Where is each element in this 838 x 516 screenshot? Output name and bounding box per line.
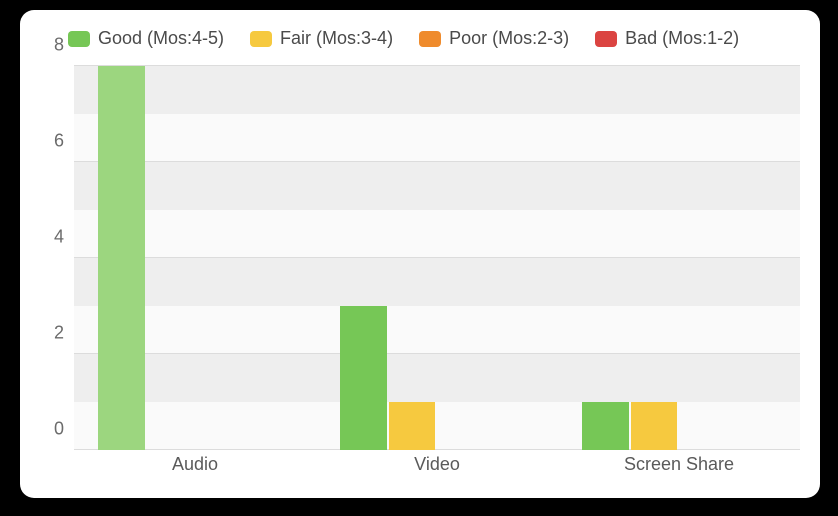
y-tick-8: 8 (54, 35, 64, 56)
y-tick-2: 2 (54, 323, 64, 344)
chart-plot: 0 2 4 6 8 (74, 66, 800, 450)
x-label-audio: Audio (172, 454, 218, 475)
y-tick-6: 6 (54, 131, 64, 152)
grid-band (74, 162, 800, 210)
plot-area (74, 66, 800, 450)
x-label-screen-share: Screen Share (624, 454, 734, 475)
legend-label: Fair (Mos:3-4) (280, 28, 393, 49)
grid-band (74, 258, 800, 306)
chart-card: Good (Mos:4-5) Fair (Mos:3-4) Poor (Mos:… (20, 10, 820, 498)
gridline (74, 449, 800, 450)
bar[interactable] (582, 402, 628, 450)
gridline (74, 257, 800, 258)
chart-legend: Good (Mos:4-5) Fair (Mos:3-4) Poor (Mos:… (68, 28, 800, 49)
gridline (74, 65, 800, 66)
legend-item-good[interactable]: Good (Mos:4-5) (68, 28, 224, 49)
legend-swatch-good (68, 31, 90, 47)
legend-item-poor[interactable]: Poor (Mos:2-3) (419, 28, 569, 49)
legend-item-fair[interactable]: Fair (Mos:3-4) (250, 28, 393, 49)
legend-label: Bad (Mos:1-2) (625, 28, 739, 49)
legend-item-bad[interactable]: Bad (Mos:1-2) (595, 28, 739, 49)
x-axis-labels: Audio Video Screen Share (74, 454, 800, 484)
bar[interactable] (98, 66, 144, 450)
y-tick-4: 4 (54, 227, 64, 248)
gridline (74, 353, 800, 354)
legend-swatch-bad (595, 31, 617, 47)
x-label-video: Video (414, 454, 460, 475)
legend-swatch-fair (250, 31, 272, 47)
grid-band (74, 66, 800, 114)
bar[interactable] (340, 306, 386, 450)
gridline (74, 161, 800, 162)
legend-label: Good (Mos:4-5) (98, 28, 224, 49)
bar[interactable] (631, 402, 677, 450)
legend-swatch-poor (419, 31, 441, 47)
bar[interactable] (389, 402, 435, 450)
y-tick-0: 0 (54, 419, 64, 440)
grid-band (74, 354, 800, 402)
legend-label: Poor (Mos:2-3) (449, 28, 569, 49)
